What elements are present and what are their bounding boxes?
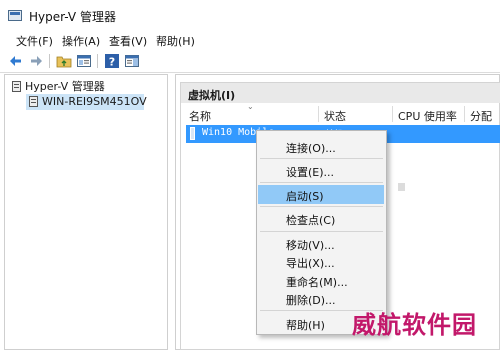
context-menu-separator bbox=[260, 182, 383, 183]
properties-icon[interactable] bbox=[76, 53, 92, 69]
context-menu-delete[interactable]: 删除(D)... bbox=[286, 292, 336, 308]
back-arrow-icon[interactable] bbox=[8, 53, 24, 69]
toolbar-separator bbox=[49, 54, 50, 68]
menu-help[interactable]: 帮助(H) bbox=[156, 33, 195, 49]
context-menu-separator bbox=[260, 206, 383, 207]
tree-item-hyper-v-manager[interactable]: Hyper-V 管理器 bbox=[12, 79, 105, 95]
server-icon bbox=[29, 96, 38, 107]
virtual-machines-title: 虚拟机(I) bbox=[188, 89, 236, 102]
menu-view[interactable]: 查看(V) bbox=[109, 33, 147, 49]
context-menu-help[interactable]: 帮助(H) bbox=[286, 317, 325, 333]
menu-action[interactable]: 操作(A) bbox=[62, 33, 100, 49]
hyper-v-app-icon bbox=[8, 10, 22, 21]
folder-up-icon[interactable] bbox=[56, 53, 72, 69]
context-menu-export[interactable]: 导出(X)... bbox=[286, 255, 335, 271]
tree-server-label: WIN-REI9SM451OV bbox=[42, 95, 147, 108]
context-menu-settings[interactable]: 设置(E)... bbox=[286, 164, 334, 180]
window-title: Hyper-V 管理器 bbox=[29, 10, 116, 24]
context-menu-separator bbox=[260, 231, 383, 232]
tree-root-label: Hyper-V 管理器 bbox=[25, 80, 105, 93]
context-menu-checkpoint[interactable]: 检查点(C) bbox=[286, 212, 335, 228]
tree-item-server[interactable]: WIN-REI9SM451OV bbox=[26, 94, 147, 110]
context-menu-rename[interactable]: 重命名(M)... bbox=[286, 274, 348, 290]
column-separator bbox=[392, 106, 393, 122]
menu-file[interactable]: 文件(F) bbox=[16, 33, 53, 49]
vm-icon bbox=[190, 127, 195, 140]
svg-text:?: ? bbox=[109, 56, 115, 69]
sort-chevron-icon: ⌄ bbox=[247, 102, 254, 111]
server-icon bbox=[12, 81, 21, 92]
column-separator bbox=[464, 106, 465, 122]
context-menu-separator bbox=[260, 158, 383, 159]
context-menu-start[interactable]: 启动(S) bbox=[286, 188, 324, 204]
column-separator bbox=[318, 106, 319, 122]
context-menu-move[interactable]: 移动(V)... bbox=[286, 237, 335, 253]
menu-bar: 文件(F) 操作(A) 查看(V) 帮助(H) bbox=[0, 30, 500, 50]
help-icon[interactable]: ? bbox=[104, 53, 120, 69]
column-header-state[interactable]: 状态 bbox=[324, 108, 346, 124]
site-watermark: 威航软件园 bbox=[352, 311, 477, 339]
forward-arrow-icon[interactable] bbox=[28, 53, 44, 69]
toolbar-separator bbox=[97, 54, 98, 68]
background-artifact bbox=[398, 183, 405, 191]
toolbar: ? bbox=[0, 50, 500, 73]
context-menu-connect[interactable]: 连接(O)... bbox=[286, 140, 336, 156]
console-pane-icon[interactable] bbox=[124, 53, 140, 69]
column-header-name[interactable]: 名称 bbox=[189, 108, 211, 124]
navigation-tree-pane bbox=[4, 74, 168, 350]
column-header-cpu[interactable]: CPU 使用率 bbox=[398, 108, 457, 124]
